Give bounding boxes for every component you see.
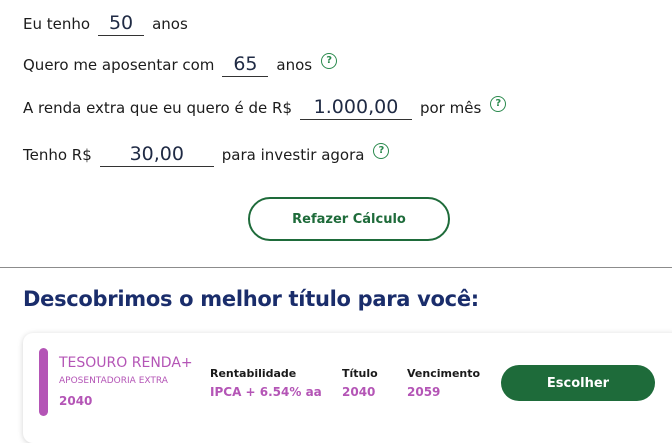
invest-input[interactable] xyxy=(99,143,214,167)
retire-age-row: Quero me aposentar com anos ? xyxy=(23,47,338,77)
recalculate-button[interactable]: Refazer Cálculo xyxy=(248,197,450,241)
age-input[interactable] xyxy=(98,12,145,36)
retire-age-label: Quero me aposentar com xyxy=(23,56,215,74)
bond-name: TESOURO RENDA+ xyxy=(59,355,193,371)
income-unit-label: por mês xyxy=(419,99,482,117)
age-label: Eu tenho xyxy=(23,15,91,33)
titulo-label: Título xyxy=(342,367,378,380)
age-unit-label: anos xyxy=(152,15,188,33)
bond-year: 2040 xyxy=(59,394,93,408)
income-input[interactable] xyxy=(299,96,412,120)
result-heading: Descobrimos o melhor título para você: xyxy=(23,287,479,311)
help-circle-icon[interactable]: ? xyxy=(373,143,390,159)
titulo-value: 2040 xyxy=(342,385,376,399)
invest-unit-label: para investir agora xyxy=(221,146,365,164)
retire-age-input[interactable] xyxy=(222,53,269,77)
retire-age-unit-label: anos xyxy=(276,56,313,74)
vencimento-label: Vencimento xyxy=(407,367,481,380)
help-circle-icon[interactable]: ? xyxy=(321,53,338,69)
product-color-stripe xyxy=(39,348,48,416)
bond-subtitle: APOSENTADORIA EXTRA xyxy=(59,376,168,386)
help-circle-icon[interactable]: ? xyxy=(490,96,507,112)
section-divider xyxy=(0,267,672,268)
rentabilidade-label: Rentabilidade xyxy=(210,367,297,380)
rentabilidade-value: IPCA + 6.54% aa xyxy=(210,385,322,399)
choose-button[interactable]: Escolher xyxy=(501,365,655,401)
income-label: A renda extra que eu quero é de R$ xyxy=(23,99,292,117)
invest-label: Tenho R$ xyxy=(23,146,92,164)
age-row: Eu tenho anos xyxy=(23,6,188,36)
invest-row: Tenho R$ para investir agora ? xyxy=(23,137,390,167)
vencimento-value: 2059 xyxy=(407,385,441,399)
bond-result-card: TESOURO RENDA+ APOSENTADORIA EXTRA 2040 … xyxy=(23,333,672,443)
income-row: A renda extra que eu quero é de R$ por m… xyxy=(23,90,507,120)
